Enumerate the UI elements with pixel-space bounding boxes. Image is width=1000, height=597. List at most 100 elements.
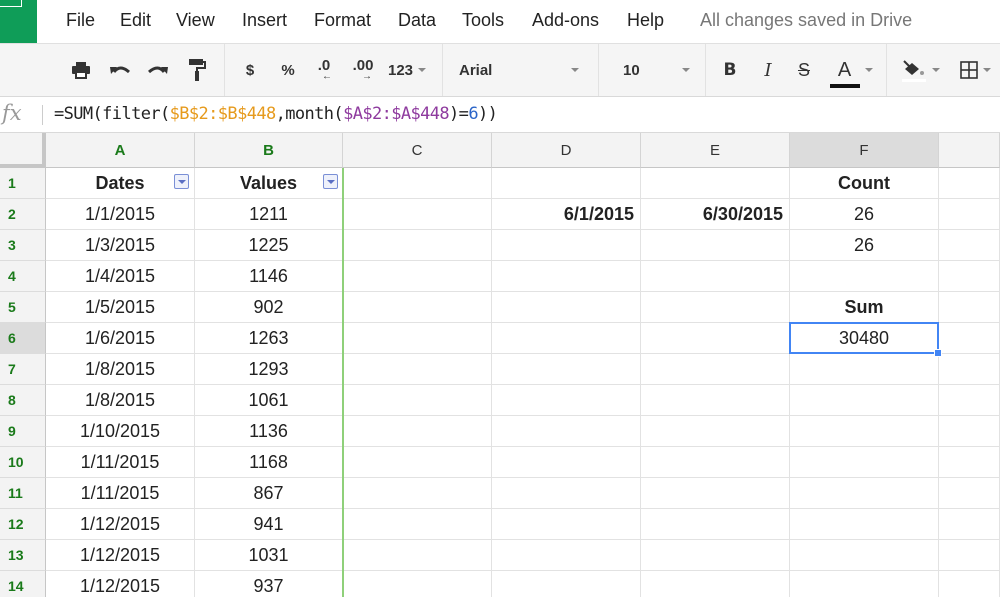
cell-f4[interactable] [790, 261, 939, 292]
undo-button[interactable] [106, 44, 134, 96]
cell-a8[interactable]: 1/8/2015 [46, 385, 195, 416]
bold-button[interactable]: B [718, 44, 742, 96]
cell-c8[interactable] [343, 385, 492, 416]
cell-c5[interactable] [343, 292, 492, 323]
cell-c10[interactable] [343, 447, 492, 478]
cell-e13[interactable] [641, 540, 790, 571]
cell-g14[interactable] [939, 571, 1000, 597]
cell-g9[interactable] [939, 416, 1000, 447]
cell-d9[interactable] [492, 416, 641, 447]
row-header[interactable]: 7 [0, 354, 46, 385]
column-header-b[interactable]: B [195, 133, 343, 168]
cell-g10[interactable] [939, 447, 1000, 478]
cell-b1[interactable]: Values [195, 168, 343, 199]
cell-c13[interactable] [343, 540, 492, 571]
cell-a2[interactable]: 1/1/2015 [46, 199, 195, 230]
cell-d13[interactable] [492, 540, 641, 571]
column-header-d[interactable]: D [492, 133, 641, 168]
cell-c14[interactable] [343, 571, 492, 597]
cell-f2[interactable]: 26 [790, 199, 939, 230]
column-header-a[interactable]: A [46, 133, 195, 168]
cell-c11[interactable] [343, 478, 492, 509]
row-header[interactable]: 1 [0, 168, 46, 199]
cell-e12[interactable] [641, 509, 790, 540]
cell-f8[interactable] [790, 385, 939, 416]
cell-c9[interactable] [343, 416, 492, 447]
cell-b11[interactable]: 867 [195, 478, 343, 509]
more-formats-button[interactable]: 123 [384, 44, 430, 96]
cell-g8[interactable] [939, 385, 1000, 416]
cell-f7[interactable] [790, 354, 939, 385]
cell-f6[interactable]: 30480 [790, 323, 939, 354]
cell-b14[interactable]: 937 [195, 571, 343, 597]
row-header[interactable]: 13 [0, 540, 46, 571]
cell-d11[interactable] [492, 478, 641, 509]
cell-a7[interactable]: 1/8/2015 [46, 354, 195, 385]
font-size-select[interactable]: 10 [599, 44, 704, 96]
cell-b7[interactable]: 1293 [195, 354, 343, 385]
filter-button-values[interactable] [323, 174, 338, 189]
cell-e5[interactable] [641, 292, 790, 323]
cell-a12[interactable]: 1/12/2015 [46, 509, 195, 540]
sheet-grid[interactable]: A B C D E F 1 Dates Values Count 2 1/1/2015 1211 6/1/… [0, 133, 1000, 597]
text-color-button[interactable]: A [826, 44, 876, 96]
menu-tools[interactable]: Tools [462, 10, 532, 31]
cell-b8[interactable]: 1061 [195, 385, 343, 416]
cell-g11[interactable] [939, 478, 1000, 509]
cell-e7[interactable] [641, 354, 790, 385]
cell-f12[interactable] [790, 509, 939, 540]
menu-edit[interactable]: Edit [120, 10, 176, 31]
cell-e14[interactable] [641, 571, 790, 597]
cell-e2[interactable]: 6/30/2015 [641, 199, 790, 230]
cell-d8[interactable] [492, 385, 641, 416]
cell-a9[interactable]: 1/10/2015 [46, 416, 195, 447]
cell-b12[interactable]: 941 [195, 509, 343, 540]
cell-f13[interactable] [790, 540, 939, 571]
row-header[interactable]: 5 [0, 292, 46, 323]
cell-e6[interactable] [641, 323, 790, 354]
cell-e10[interactable] [641, 447, 790, 478]
redo-button[interactable] [144, 44, 172, 96]
fill-handle[interactable] [934, 349, 942, 357]
cell-e4[interactable] [641, 261, 790, 292]
cell-g1[interactable] [939, 168, 1000, 199]
row-header[interactable]: 9 [0, 416, 46, 447]
cell-f9[interactable] [790, 416, 939, 447]
sheets-logo-icon[interactable] [0, 0, 37, 43]
increase-decimal-button[interactable]: .00 → [350, 44, 376, 96]
cell-d3[interactable] [492, 230, 641, 261]
cell-g12[interactable] [939, 509, 1000, 540]
paint-format-button[interactable] [184, 44, 210, 96]
cell-g4[interactable] [939, 261, 1000, 292]
cell-f3[interactable]: 26 [790, 230, 939, 261]
cell-a5[interactable]: 1/5/2015 [46, 292, 195, 323]
cell-d2[interactable]: 6/1/2015 [492, 199, 641, 230]
cell-b10[interactable]: 1168 [195, 447, 343, 478]
cell-c12[interactable] [343, 509, 492, 540]
column-header-g[interactable] [939, 133, 1000, 168]
cell-c6[interactable] [343, 323, 492, 354]
cell-g2[interactable] [939, 199, 1000, 230]
cell-b4[interactable]: 1146 [195, 261, 343, 292]
formula-input[interactable]: =SUM(filter($B$2:$B$448,month($A$2:$A$44… [54, 104, 498, 124]
percent-format-button[interactable]: % [278, 44, 298, 96]
cell-e3[interactable] [641, 230, 790, 261]
row-header[interactable]: 3 [0, 230, 46, 261]
font-family-select[interactable]: Arial [443, 44, 597, 96]
decrease-decimal-button[interactable]: .0 ← [312, 44, 336, 96]
borders-button[interactable] [952, 44, 998, 96]
cell-g5[interactable] [939, 292, 1000, 323]
cell-a1[interactable]: Dates [46, 168, 195, 199]
row-header[interactable]: 6 [0, 323, 46, 354]
cell-g13[interactable] [939, 540, 1000, 571]
cell-c2[interactable] [343, 199, 492, 230]
menu-help[interactable]: Help [627, 10, 687, 31]
row-header[interactable]: 8 [0, 385, 46, 416]
menu-insert[interactable]: Insert [242, 10, 314, 31]
select-all-corner[interactable] [0, 133, 46, 168]
cell-g3[interactable] [939, 230, 1000, 261]
column-header-c[interactable]: C [343, 133, 492, 168]
currency-format-button[interactable]: $ [240, 44, 260, 96]
filter-button-dates[interactable] [174, 174, 189, 189]
cell-c7[interactable] [343, 354, 492, 385]
